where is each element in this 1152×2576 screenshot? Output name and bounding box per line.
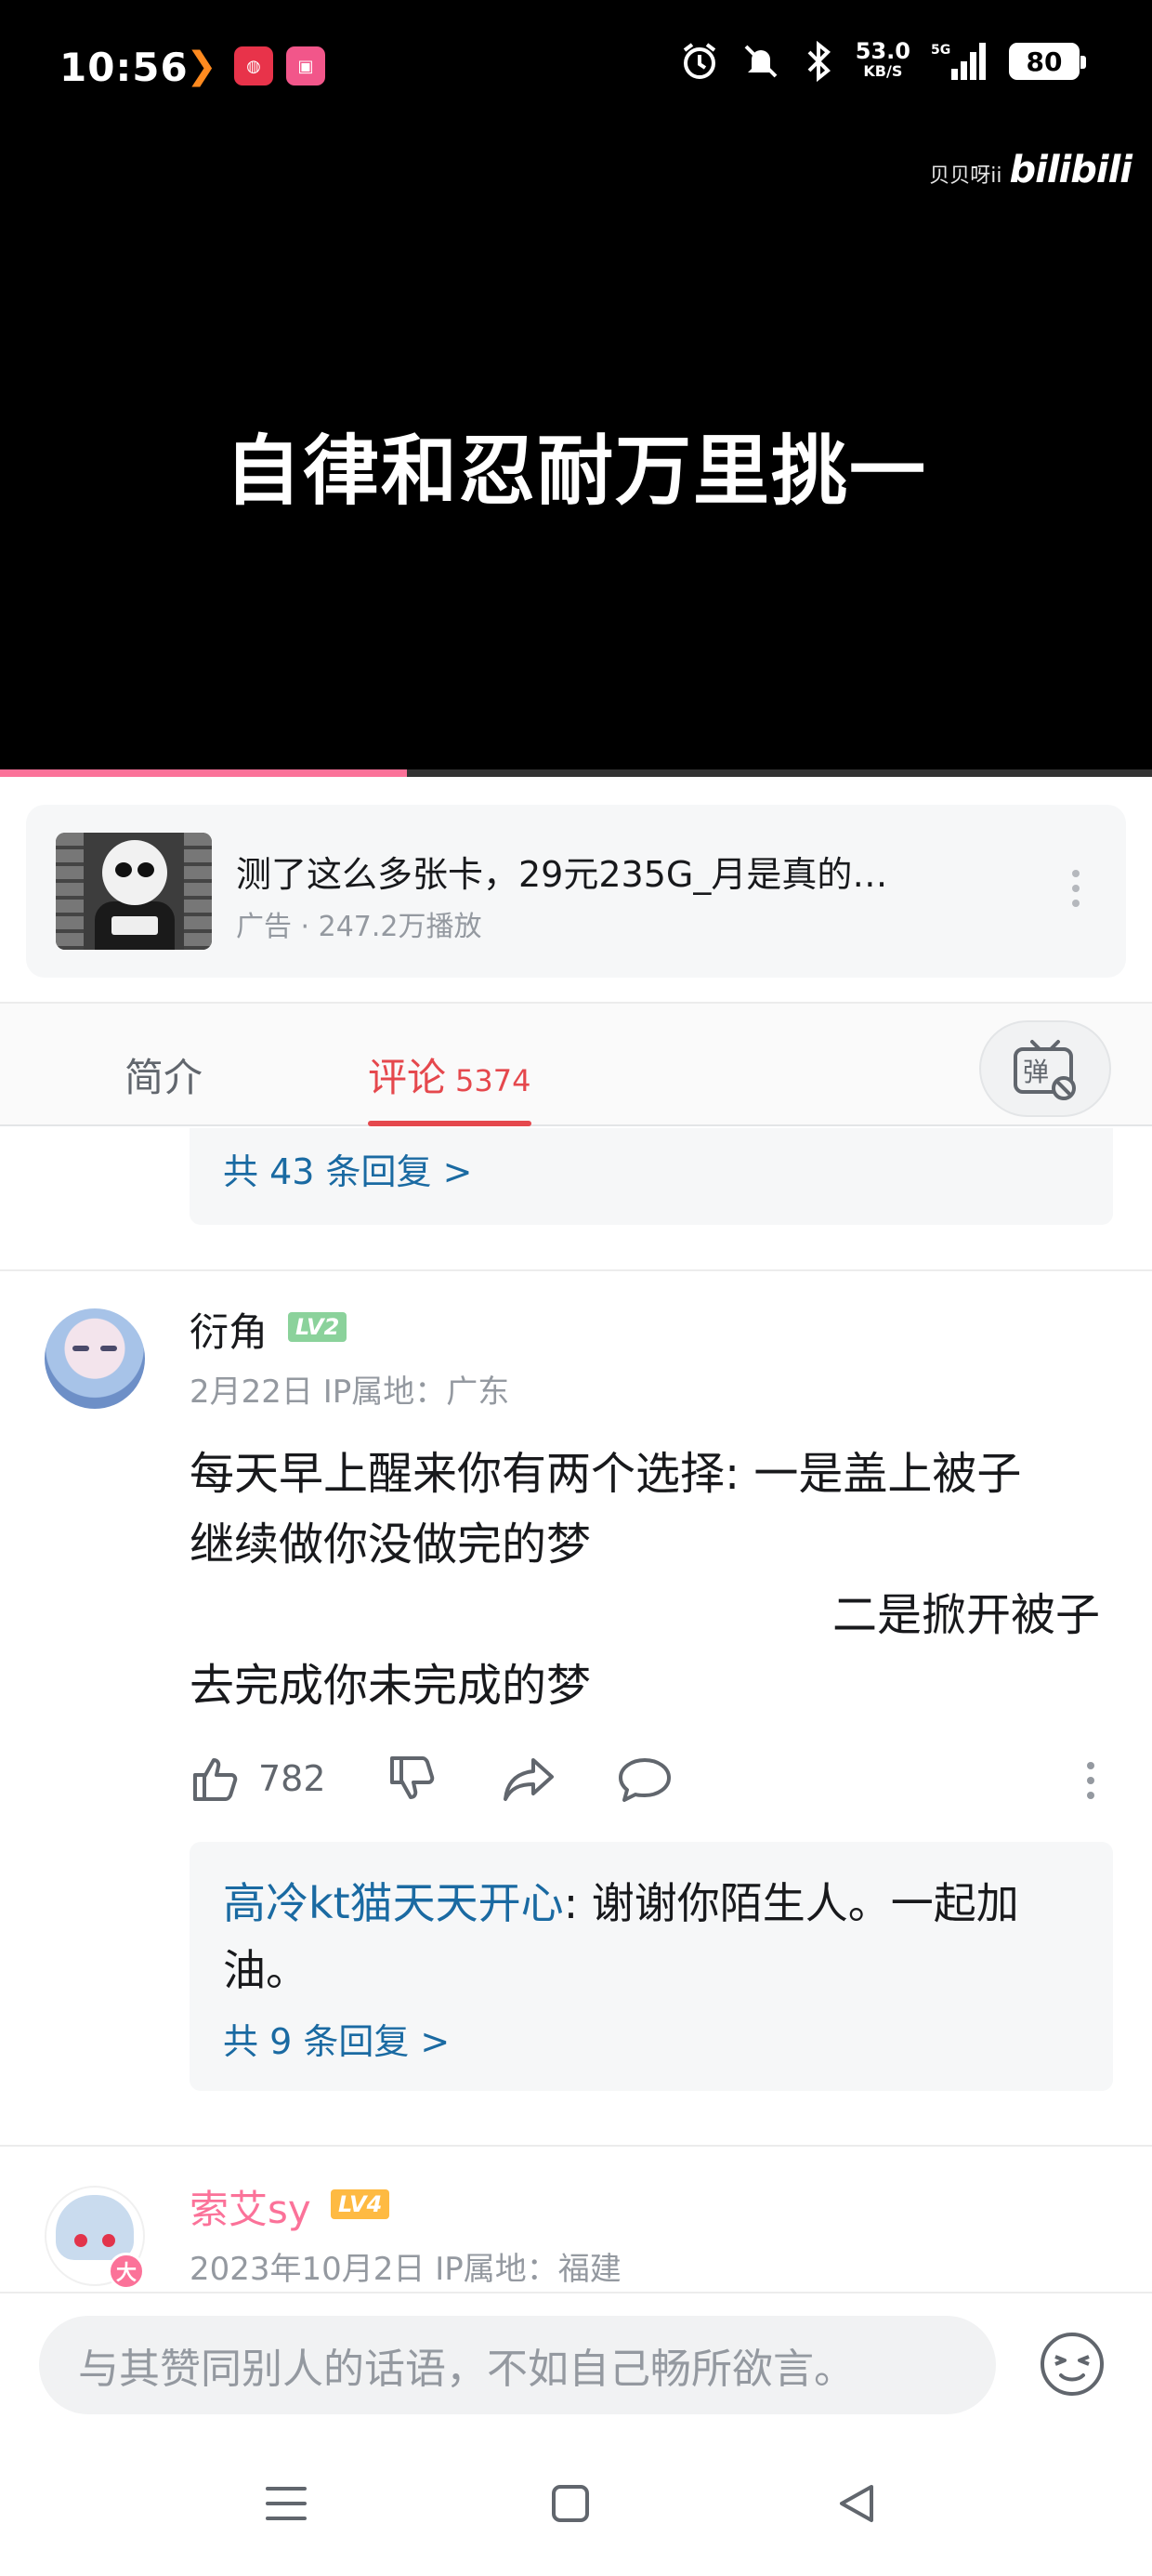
comment-actions: 782 bbox=[190, 1753, 1100, 1818]
app-notification-icon: ◍ bbox=[234, 46, 273, 85]
emoji-icon bbox=[1041, 2333, 1104, 2396]
danmaku-off-icon: 弹 bbox=[1014, 1040, 1076, 1100]
tab-comments[interactable]: 评论 5374 bbox=[368, 1046, 530, 1103]
system-nav-bar bbox=[0, 2425, 1152, 2576]
video-subtitle: 自律和忍耐万里挑一 bbox=[224, 427, 927, 516]
back-triangle-icon bbox=[840, 2485, 873, 2522]
comment-bubble-icon bbox=[619, 1758, 671, 1802]
watermark-user: 贝贝呀ii bbox=[929, 164, 1002, 188]
avatar[interactable] bbox=[45, 1308, 145, 1409]
alarm-icon bbox=[683, 43, 715, 79]
like-button[interactable]: 782 bbox=[190, 1753, 326, 1805]
svg-text:5G: 5G bbox=[931, 43, 950, 58]
comment-input-bar: 与其赞同别人的话语，不如自己畅所欲言。 bbox=[0, 2292, 1152, 2425]
comment-line: 每天早上醒来你有两个选择: 一是盖上被子 bbox=[190, 1448, 1022, 1500]
danmaku-toggle-button[interactable]: 弹 bbox=[979, 1020, 1111, 1117]
reply-text: 高冷kt猫天天开心: 谢谢你陌生人。一起加油。 bbox=[223, 1870, 1078, 2004]
app-notification-icon: ▣ bbox=[286, 46, 325, 85]
bilibili-logo: bilibili bbox=[1009, 149, 1132, 191]
dislike-button[interactable] bbox=[386, 1753, 439, 1805]
level-badge: LV4 bbox=[331, 2189, 390, 2219]
tab-intro[interactable]: 简介 bbox=[124, 1046, 203, 1103]
reply-username[interactable]: 高冷kt猫天天开心 bbox=[223, 1878, 564, 1928]
reply-preview-box[interactable]: 高冷kt猫天天开心: 谢谢你陌生人。一起加油。 共 9 条回复 > bbox=[190, 1842, 1113, 2091]
ad-card[interactable]: 测了这么多张卡，29元235G_月是真的… 广告 · 247.2万播放 bbox=[26, 805, 1126, 978]
video-player[interactable]: 10:56 ❯ ◍ ▣ 53.0 KB/S 5G 80 贝贝呀ii bilibil… bbox=[0, 0, 1152, 777]
comment-username[interactable]: 衍角 bbox=[190, 1301, 268, 1358]
comment-line: 继续做你没做完的梦 bbox=[190, 1518, 592, 1571]
emoji-button[interactable] bbox=[1037, 2329, 1107, 2399]
menu-button[interactable] bbox=[258, 2476, 314, 2531]
like-count: 782 bbox=[258, 1758, 326, 1799]
status-time: 10:56 bbox=[59, 45, 189, 90]
comment-meta: 2月22日 IP属地：广东 bbox=[190, 1373, 510, 1411]
avatar-badge: 大 bbox=[108, 2253, 145, 2290]
comment-text: 每天早上醒来你有两个选择: 一是盖上被子 继续做你没做完的梦 二是掀开被子 去完… bbox=[190, 1439, 1100, 1721]
comment-feed[interactable]: 共 43 条回复 > 衍角 LV2 2月22日 IP属地：广东 每天早上醒来你有… bbox=[0, 1128, 1152, 2292]
comment-meta: 2023年10月2日 IP属地：福建 bbox=[190, 2251, 622, 2288]
comments-count: 5374 bbox=[455, 1063, 531, 1098]
view-replies-link[interactable]: 共 43 条回复 > bbox=[223, 1143, 472, 1194]
mute-icon bbox=[744, 45, 778, 78]
reply-button[interactable] bbox=[617, 1753, 673, 1805]
divider bbox=[0, 2145, 1152, 2147]
view-replies-link[interactable]: 共 9 条回复 > bbox=[223, 2013, 450, 2064]
ad-meta: 广告 · 247.2万播放 bbox=[236, 911, 482, 943]
video-progress-bar[interactable] bbox=[0, 769, 1152, 777]
home-square-icon bbox=[552, 2485, 589, 2522]
bluetooth-icon bbox=[807, 41, 831, 82]
more-vertical-icon[interactable] bbox=[1087, 1762, 1094, 1799]
status-app-icons: ❯ ◍ ▣ bbox=[182, 45, 325, 87]
tab-comments-label: 评论 bbox=[368, 1055, 447, 1100]
home-button[interactable] bbox=[543, 2476, 598, 2531]
active-tab-indicator bbox=[368, 1121, 531, 1126]
video-progress-fill bbox=[0, 769, 407, 777]
back-button[interactable] bbox=[829, 2476, 884, 2531]
comment-input[interactable]: 与其赞同别人的话语，不如自己畅所欲言。 bbox=[39, 2316, 996, 2414]
thumbs-up-icon bbox=[193, 1758, 238, 1801]
share-icon bbox=[504, 1758, 554, 1801]
tab-bar: 简介 评论 5374 弹 bbox=[0, 1002, 1152, 1126]
ad-title: 测了这么多张卡，29元235G_月是真的… bbox=[236, 854, 888, 895]
comment-line: 去完成你未完成的梦 bbox=[190, 1660, 592, 1712]
more-vertical-icon[interactable] bbox=[1072, 870, 1081, 907]
menu-icon bbox=[266, 2487, 307, 2520]
ad-thumbnail bbox=[56, 833, 212, 950]
net-speed: 53.0 KB/S bbox=[855, 38, 910, 80]
share-button[interactable] bbox=[502, 1753, 557, 1805]
level-badge: LV2 bbox=[288, 1312, 347, 1342]
comment-line: 二是掀开被子 bbox=[831, 1589, 1100, 1641]
previous-reply-box: 共 43 条回复 > bbox=[190, 1128, 1113, 1225]
video-watermark: 贝贝呀ii bilibili bbox=[929, 149, 1132, 191]
signal-icon: 5G bbox=[931, 43, 986, 80]
svg-text:弹: 弹 bbox=[1023, 1057, 1049, 1087]
status-indicators: 53.0 KB/S 5G 80 bbox=[679, 38, 1086, 82]
comment-username[interactable]: 索艾sy bbox=[190, 2178, 311, 2235]
app-notification-icon: ❯ bbox=[186, 45, 217, 87]
divider bbox=[0, 1269, 1152, 1271]
thumbs-down-icon bbox=[390, 1756, 435, 1799]
battery-icon: 80 bbox=[1009, 43, 1086, 80]
